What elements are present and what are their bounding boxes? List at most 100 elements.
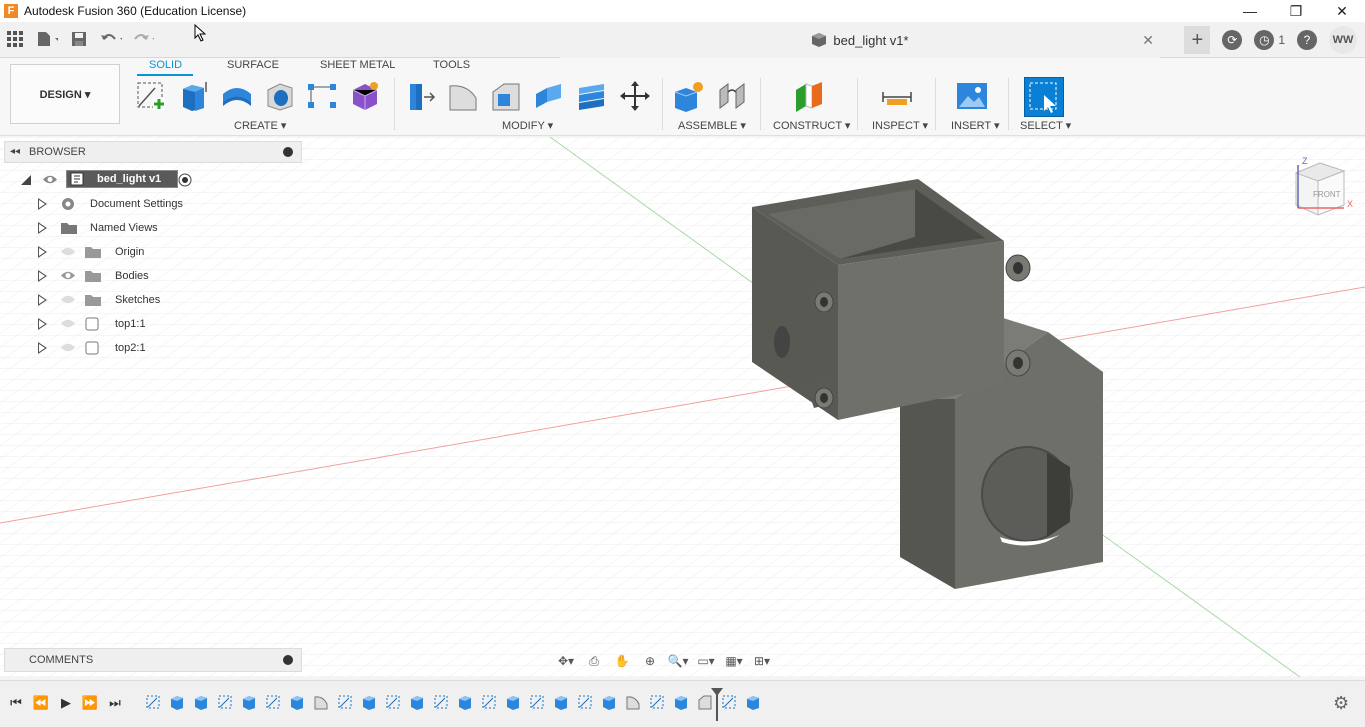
press-pull-icon[interactable]: [403, 79, 437, 113]
timeline-sketch-icon[interactable]: [217, 694, 233, 710]
create-sketch-icon[interactable]: [134, 79, 168, 113]
hidden-eye-icon[interactable]: [60, 342, 76, 353]
insert-image-icon[interactable]: [955, 79, 989, 113]
pattern-icon[interactable]: [305, 79, 339, 113]
user-avatar[interactable]: WW: [1329, 26, 1357, 54]
timeline-extrude-icon[interactable]: [457, 694, 473, 710]
file-menu-icon[interactable]: [36, 28, 58, 50]
timeline-sketch-icon[interactable]: [433, 694, 449, 710]
timeline-extrude-icon[interactable]: [601, 694, 617, 710]
timeline-sketch-icon[interactable]: [145, 694, 161, 710]
undo-icon[interactable]: [100, 28, 122, 50]
timeline-extrude-icon[interactable]: [241, 694, 257, 710]
browser-item-top2[interactable]: top2:1: [4, 336, 302, 360]
chamfer-icon[interactable]: [489, 79, 523, 113]
go-to-end-icon[interactable]: ⏭: [107, 695, 123, 711]
timeline-extrude-icon[interactable]: [361, 694, 377, 710]
orbit-icon[interactable]: ✥▾: [555, 652, 577, 670]
shell-icon[interactable]: [532, 79, 566, 113]
browser-item-bodies[interactable]: Bodies: [4, 264, 302, 288]
create-form-icon[interactable]: [348, 79, 382, 113]
timeline-extrude-icon[interactable]: [289, 694, 305, 710]
timeline-marker[interactable]: [710, 687, 724, 721]
extensions-icon[interactable]: ⟳: [1222, 30, 1243, 50]
tab-surface[interactable]: SURFACE: [227, 59, 279, 71]
hidden-eye-icon[interactable]: [60, 246, 76, 257]
tab-solid[interactable]: SOLID: [149, 59, 182, 71]
add-comment-icon[interactable]: [283, 655, 293, 665]
timeline-settings-gear-icon[interactable]: ⚙: [1333, 693, 1353, 713]
minimize-panel-icon[interactable]: [283, 147, 293, 157]
timeline-extrude-icon[interactable]: [193, 694, 209, 710]
timeline-fillet-icon[interactable]: [625, 694, 641, 710]
expand-triangle-icon[interactable]: [38, 318, 47, 330]
new-component-icon[interactable]: [671, 79, 705, 113]
timeline-extrude-icon[interactable]: [745, 694, 761, 710]
timeline-sketch-icon[interactable]: [649, 694, 665, 710]
view-cube[interactable]: [1294, 162, 1346, 216]
close-tab-icon[interactable]: ✕: [1142, 32, 1154, 49]
new-tab-button[interactable]: +: [1184, 26, 1211, 54]
timeline-extrude-icon[interactable]: [169, 694, 185, 710]
timeline-extrude-icon[interactable]: [673, 694, 689, 710]
construct-menu[interactable]: CONSTRUCT ▾: [773, 119, 850, 132]
fit-icon[interactable]: 🔍▾: [667, 652, 689, 670]
grid-settings-icon[interactable]: ▦▾: [723, 652, 745, 670]
go-to-start-icon[interactable]: ⏮: [8, 695, 24, 711]
select-menu[interactable]: SELECT ▾: [1020, 119, 1071, 132]
offset-plane-icon[interactable]: [792, 79, 826, 113]
redo-icon[interactable]: [132, 28, 154, 50]
hidden-eye-icon[interactable]: [60, 318, 76, 329]
workspace-switcher[interactable]: DESIGN ▾: [10, 64, 120, 124]
measure-icon[interactable]: [880, 79, 914, 113]
activate-radio-icon[interactable]: [178, 173, 192, 187]
select-icon[interactable]: [1024, 77, 1064, 117]
hole-icon[interactable]: [263, 79, 297, 113]
step-back-icon[interactable]: ⏪: [33, 695, 49, 711]
expand-triangle-icon[interactable]: [38, 342, 47, 354]
tab-sheet-metal[interactable]: SHEET METAL: [320, 59, 395, 71]
insert-menu[interactable]: INSERT ▾: [951, 119, 1000, 132]
browser-item-top1[interactable]: top1:1: [4, 312, 302, 336]
browser-item-origin[interactable]: Origin: [4, 240, 302, 264]
timeline-sketch-icon[interactable]: [337, 694, 353, 710]
display-settings-icon[interactable]: ▭▾: [695, 652, 717, 670]
expand-triangle-icon[interactable]: [38, 198, 47, 210]
minimize-button[interactable]: —: [1227, 0, 1273, 22]
browser-item-document-settings[interactable]: Document Settings: [4, 192, 302, 216]
timeline-sketch-icon[interactable]: [385, 694, 401, 710]
document-tab[interactable]: bed_light v1* ✕: [560, 22, 1160, 58]
job-status-icon[interactable]: ◷: [1254, 30, 1275, 50]
extrude-icon[interactable]: [177, 79, 211, 113]
play-icon[interactable]: ▶: [58, 695, 74, 711]
visibility-eye-icon[interactable]: [60, 270, 76, 281]
combine-icon[interactable]: [575, 79, 609, 113]
timeline-extrude-icon[interactable]: [505, 694, 521, 710]
browser-root-row[interactable]: bed_light v1: [4, 168, 302, 192]
zoom-icon[interactable]: ⊕: [639, 652, 661, 670]
save-icon[interactable]: [68, 28, 90, 50]
browser-item-named-views[interactable]: Named Views: [4, 216, 302, 240]
timeline-fillet-icon[interactable]: [313, 694, 329, 710]
timeline-sketch-icon[interactable]: [265, 694, 281, 710]
data-panel-grid-icon[interactable]: [4, 28, 26, 50]
viewports-icon[interactable]: ⊞▾: [751, 652, 773, 670]
hidden-eye-icon[interactable]: [60, 294, 76, 305]
create-menu[interactable]: CREATE ▾: [234, 119, 286, 132]
comments-panel[interactable]: COMMENTS: [4, 648, 302, 672]
expand-triangle-icon[interactable]: [38, 222, 47, 234]
joint-icon[interactable]: [715, 79, 749, 113]
modify-menu[interactable]: MODIFY ▾: [502, 119, 553, 132]
timeline-sketch-icon[interactable]: [529, 694, 545, 710]
expanded-triangle-icon[interactable]: [20, 174, 32, 186]
expand-triangle-icon[interactable]: [38, 294, 47, 306]
tab-tools[interactable]: TOOLS: [433, 59, 470, 71]
browser-item-sketches[interactable]: Sketches: [4, 288, 302, 312]
timeline-extrude-icon[interactable]: [553, 694, 569, 710]
inspect-menu[interactable]: INSPECT ▾: [872, 119, 928, 132]
move-copy-icon[interactable]: [618, 79, 652, 113]
close-window-button[interactable]: ✕: [1319, 0, 1365, 22]
timeline-sketch-icon[interactable]: [481, 694, 497, 710]
pan-hand-icon[interactable]: ✋: [611, 652, 633, 670]
collapse-panel-icon[interactable]: ◂◂: [10, 146, 20, 157]
